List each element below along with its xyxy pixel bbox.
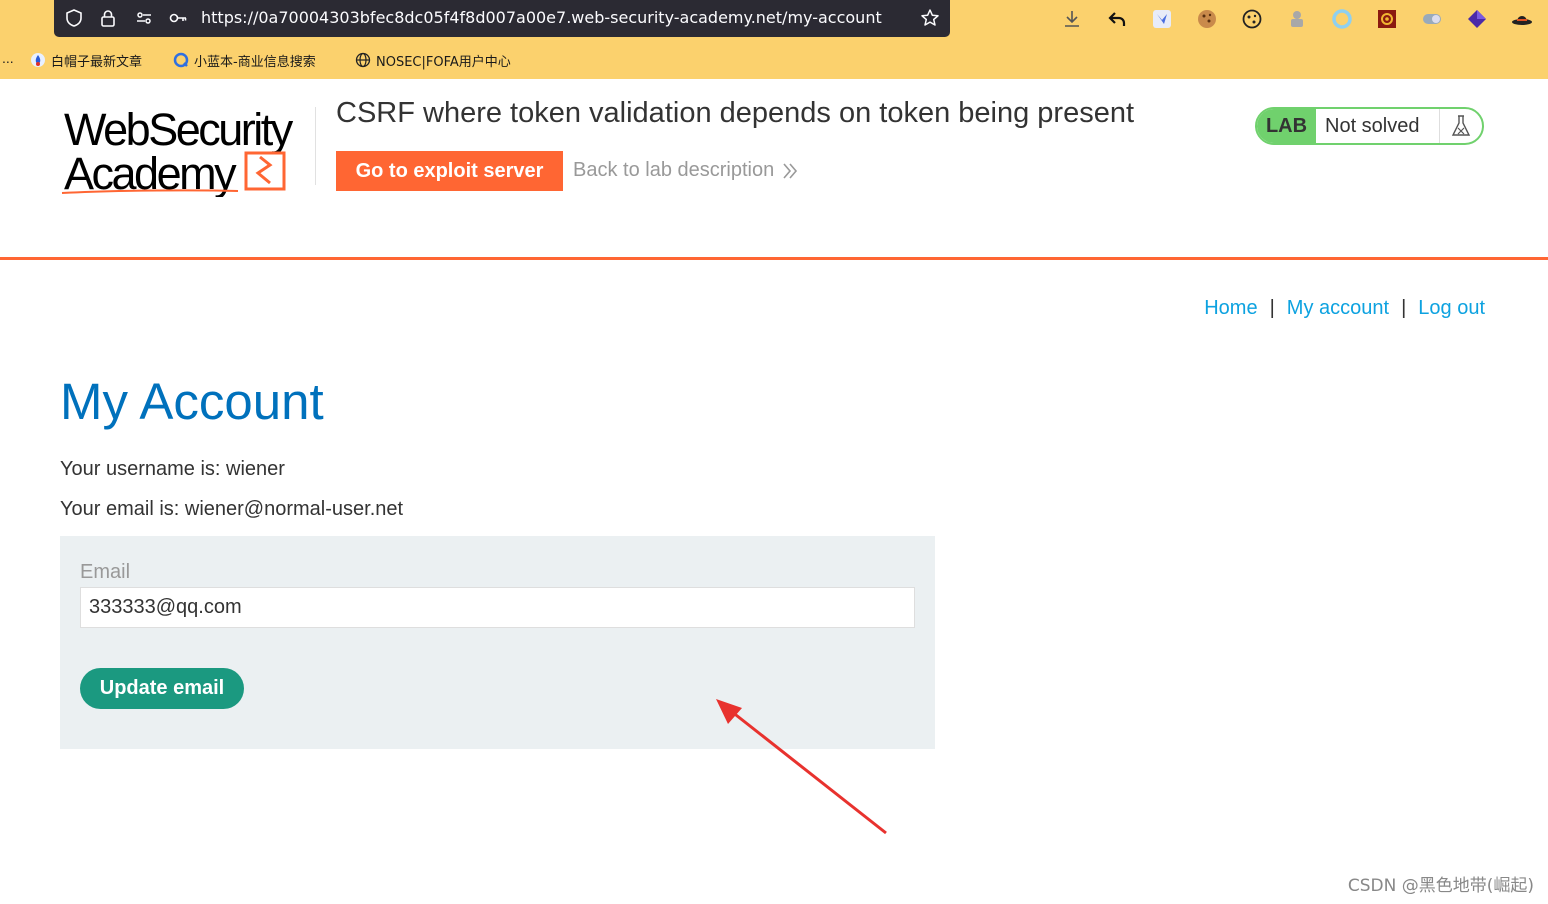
update-email-button[interactable]: Update email	[80, 668, 244, 709]
email-label: Email	[80, 561, 131, 583]
key-icon[interactable]	[168, 8, 188, 28]
browser-chrome: https://0a70004303bfec8dc05f4f8d007a00e7…	[0, 0, 1548, 79]
nav-separator: |	[1269, 297, 1275, 319]
extension-icon[interactable]	[1151, 8, 1173, 30]
nav-log-out-link[interactable]: Log out	[1418, 297, 1485, 319]
bookmark-item[interactable]: 小蓝本-商业信息搜索	[173, 50, 316, 70]
puzzle-icon[interactable]	[1286, 8, 1308, 30]
download-icon[interactable]	[1061, 8, 1083, 30]
bookmark-label: 小蓝本-商业信息搜索	[194, 54, 316, 70]
web-security-academy-logo[interactable]: WebSecurity Academy	[60, 105, 312, 197]
email-info: Your email is: wiener@normal-user.net	[60, 498, 404, 520]
permissions-icon[interactable]	[134, 8, 154, 28]
flask-icon	[1439, 109, 1482, 143]
back-to-lab-description-link[interactable]: Back to lab description	[573, 159, 798, 182]
bookmark-favicon-1-icon	[31, 53, 45, 67]
logo-divider	[315, 107, 316, 185]
bookmark-favicon-2-icon	[173, 52, 189, 68]
username-info: Your username is: wiener	[60, 458, 285, 480]
lab-status-text: Not solved	[1316, 109, 1439, 143]
nav-home-link[interactable]: Home	[1204, 297, 1257, 319]
bookmarks-overflow[interactable]: ...	[2, 50, 14, 66]
diamond-extension-icon[interactable]	[1466, 8, 1488, 30]
top-navigation: Home | My account | Log out	[1204, 297, 1485, 320]
page-title: My Account	[60, 373, 324, 430]
hat-extension-icon[interactable]	[1511, 8, 1533, 30]
circle-extension-icon[interactable]	[1331, 8, 1353, 30]
bookmark-label: NOSEC|FOFA用户中心	[376, 54, 511, 70]
red-annotation-arrow-icon	[716, 699, 887, 835]
star-icon[interactable]	[920, 8, 940, 28]
bookmark-item[interactable]: 白帽子最新文章	[30, 50, 142, 70]
back-arrow-icon[interactable]	[1106, 8, 1128, 30]
gear-extension-icon[interactable]	[1376, 8, 1398, 30]
back-link-label: Back to lab description	[573, 159, 775, 181]
shield-icon[interactable]	[64, 8, 84, 28]
url-text[interactable]: https://0a70004303bfec8dc05f4f8d007a00e7…	[201, 8, 882, 27]
cookie-editor-icon[interactable]	[1241, 8, 1263, 30]
nav-separator: |	[1401, 297, 1407, 319]
cookie-icon[interactable]	[1196, 8, 1218, 30]
bookmarks-bar: ... 白帽子最新文章 小蓝本-商业信息搜索 NOSEC|FOFA用户中心	[0, 48, 700, 72]
globe-icon	[355, 52, 371, 68]
lab-tag: LAB	[1257, 109, 1316, 143]
lab-title: CSRF where token validation depends on t…	[336, 97, 1135, 129]
lab-status-widget: LAB Not solved	[1255, 107, 1484, 145]
lock-icon[interactable]	[98, 8, 118, 28]
double-chevron-right-icon	[783, 162, 798, 179]
toggle-extension-icon[interactable]	[1421, 8, 1443, 30]
go-to-exploit-server-button[interactable]: Go to exploit server	[336, 151, 563, 191]
lab-header: WebSecurity Academy CSRF where token val…	[0, 79, 1548, 260]
nav-my-account-link[interactable]: My account	[1287, 297, 1389, 319]
bookmark-label: 白帽子最新文章	[51, 54, 143, 70]
watermark: CSDN @黑色地带(崛起)	[1347, 876, 1534, 896]
bookmark-item[interactable]: NOSEC|FOFA用户中心	[355, 50, 511, 70]
email-input[interactable]	[80, 587, 915, 628]
url-bar[interactable]: https://0a70004303bfec8dc05f4f8d007a00e7…	[54, 0, 950, 37]
